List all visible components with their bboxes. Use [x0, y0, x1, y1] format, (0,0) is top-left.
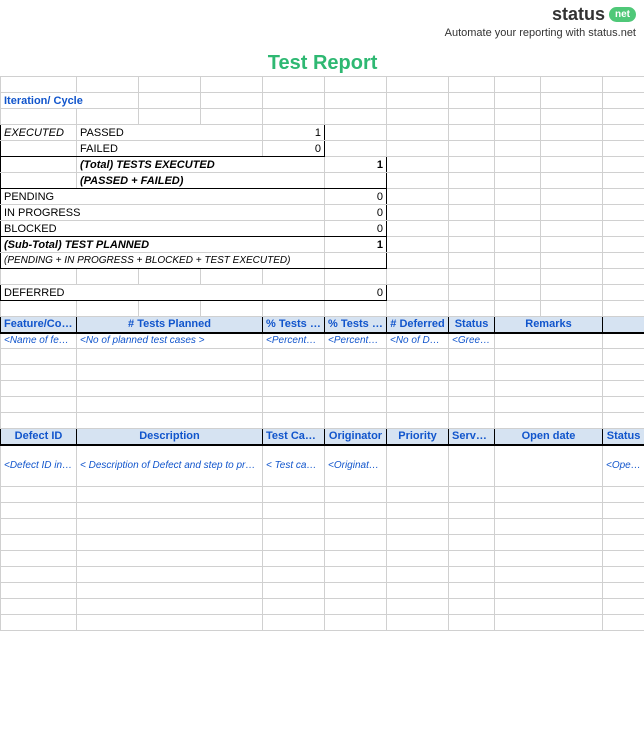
feat-hdr-0: Feature/Components: [1, 317, 77, 333]
executed-label: EXECUTED: [1, 125, 77, 141]
feat-hint-0: <Name of feature/type>: [1, 333, 77, 349]
def-hdr-0: Defect ID: [1, 429, 77, 445]
def-hdr-7: Status: [603, 429, 644, 445]
subtotal-label: (Sub-Total) TEST PLANNED: [1, 237, 325, 253]
feat-hint-4: <No of Deferred test cases >: [387, 333, 449, 349]
tagline: Automate your reporting with status.net: [8, 27, 636, 39]
feat-hdr-2: % Tests Executed: [263, 317, 325, 333]
logo: status net: [552, 4, 636, 25]
spreadsheet-grid: Test Report Iteration/ Cycle EXECUTED PA…: [0, 51, 644, 631]
def-hdr-2: Test Case ID: [263, 429, 325, 445]
subtotal-formula: (PENDING + IN PROGRESS + BLOCKED + TEST …: [1, 253, 325, 269]
passed-label: PASSED: [77, 125, 263, 141]
def-hdr-6: Open date: [495, 429, 603, 445]
feat-hint-3: <Percentage test cases of executed test …: [325, 333, 387, 349]
passed-value: 1: [263, 125, 325, 141]
feat-hdr-4: # Deferred: [387, 317, 449, 333]
inprogress-value: 0: [325, 205, 387, 221]
feat-hdr-6: Remarks: [495, 317, 603, 333]
def-hint-3: <Originator of Defect>: [325, 445, 387, 487]
logo-text: status: [552, 4, 605, 25]
feat-hint-1: <No of planned test cases >: [77, 333, 263, 349]
def-hint-7: <Open Close>: [603, 445, 644, 487]
pending-value: 0: [325, 189, 387, 205]
iteration-label: Iteration/ Cycle: [1, 93, 139, 109]
brand-header: status net Automate your reporting with …: [0, 0, 644, 51]
total-exec-formula: (PASSED + FAILED): [77, 173, 325, 189]
failed-label: FAILED: [77, 141, 263, 157]
total-exec-label: (Total) TESTS EXECUTED: [77, 157, 325, 173]
feat-hdr-1: # Tests Planned: [77, 317, 263, 333]
feat-hint-5: <Green/ Red/ Yellow>: [449, 333, 495, 349]
deferred-value: 0: [325, 285, 387, 301]
blocked-label: BLOCKED: [1, 221, 325, 237]
feat-hdr-3: % Tests Passed: [325, 317, 387, 333]
def-hint-0: <Defect ID in defect tracking tool>: [1, 445, 77, 487]
def-hdr-5: Serverity: [449, 429, 495, 445]
def-hint-1: < Description of Defect and step to prep…: [77, 445, 263, 487]
failed-value: 0: [263, 141, 325, 157]
blocked-value: 0: [325, 221, 387, 237]
report-title: Test Report: [1, 51, 644, 77]
deferred-label: DEFERRED: [1, 285, 325, 301]
feat-hint-6: [495, 333, 603, 349]
logo-badge: net: [609, 7, 636, 22]
subtotal-value: 1: [325, 237, 387, 253]
feat-hdr-5: Status: [449, 317, 495, 333]
def-hdr-4: Priority: [387, 429, 449, 445]
inprogress-label: IN PROGRESS: [1, 205, 325, 221]
def-hdr-3: Originator: [325, 429, 387, 445]
total-exec-value: 1: [325, 157, 387, 173]
feat-hint-2: <Percentage of executed test cases>: [263, 333, 325, 349]
def-hint-2: < Test case ID>: [263, 445, 325, 487]
def-hdr-1: Description: [77, 429, 263, 445]
pending-label: PENDING: [1, 189, 325, 205]
